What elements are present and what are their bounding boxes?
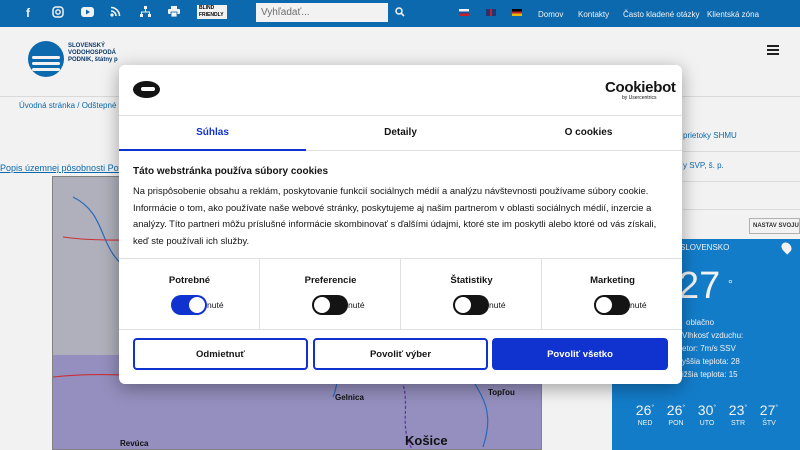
- toggle-state-text: nuté: [348, 300, 365, 310]
- allow-all-button[interactable]: Povoliť všetko: [492, 338, 668, 370]
- category-marketing: Marketing nuté: [542, 259, 683, 330]
- category-potrebne: Potrebné nuté: [119, 259, 260, 330]
- dialog-heading: Táto webstránka používa súbory cookies: [133, 166, 329, 177]
- toggle-state-text: nuté: [207, 300, 224, 310]
- category-label: Potrebné: [168, 275, 211, 286]
- toggle-marketing[interactable]: [594, 295, 630, 315]
- tab-o-cookies[interactable]: O cookies: [495, 116, 682, 151]
- tab-detaily[interactable]: Detaily: [307, 116, 494, 151]
- cookiebot-logo-icon: [133, 81, 160, 98]
- deny-button[interactable]: Odmietnuť: [133, 338, 308, 370]
- category-label: Štatistiky: [450, 275, 493, 286]
- cookiebot-brand: Cookiebot: [605, 79, 676, 96]
- category-preferencie: Preferencie nuté: [260, 259, 401, 330]
- category-label: Marketing: [590, 275, 635, 286]
- cookiebot-brand-sub: by Usercentrics: [622, 95, 657, 101]
- toggle-potrebne[interactable]: [171, 295, 207, 315]
- cookie-consent-dialog: Cookiebot by Usercentrics Súhlas Detaily…: [119, 65, 682, 384]
- category-statistiky: Štatistiky nuté: [401, 259, 542, 330]
- category-label: Preferencie: [304, 275, 357, 286]
- allow-selection-button[interactable]: Povoliť výber: [313, 338, 488, 370]
- toggle-preferencie[interactable]: [312, 295, 348, 315]
- dialog-body-text: Na prispôsobenie obsahu a reklám, poskyt…: [133, 185, 657, 246]
- tab-suhlas[interactable]: Súhlas: [119, 116, 306, 151]
- dialog-tabs: Súhlas Detaily O cookies: [119, 115, 682, 151]
- toggle-state-text: nuté: [630, 300, 647, 310]
- cookie-categories: Potrebné nuté Preferencie nuté Štatistik…: [119, 258, 682, 330]
- toggle-statistiky[interactable]: [453, 295, 489, 315]
- toggle-state-text: nuté: [489, 300, 506, 310]
